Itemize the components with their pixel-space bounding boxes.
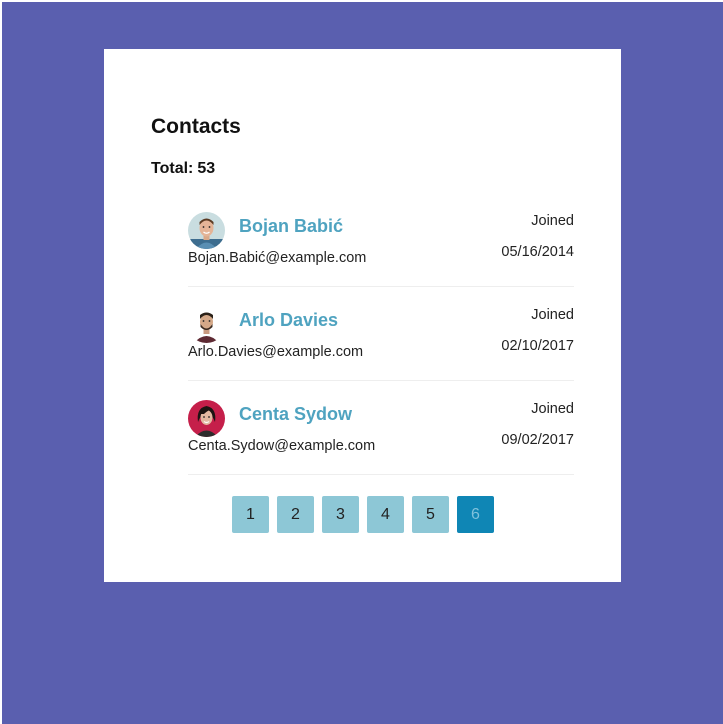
contact-item: Bojan Babić Bojan.Babić@example.com Join… xyxy=(188,193,574,287)
page-button-1[interactable]: 1 xyxy=(232,496,269,533)
contacts-card: Contacts Total: 53 Bojan Babić Bojan.Bab… xyxy=(104,49,621,582)
avatar xyxy=(188,400,225,437)
page-title: Contacts xyxy=(151,115,241,138)
joined-date: 02/10/2017 xyxy=(501,338,574,354)
joined-date: 09/02/2017 xyxy=(501,432,574,448)
page-background: Contacts Total: 53 Bojan Babić Bojan.Bab… xyxy=(2,2,723,724)
contact-email: Centa.Sydow@example.com xyxy=(188,438,376,454)
page-button-4[interactable]: 4 xyxy=(367,496,404,533)
contact-list: Bojan Babić Bojan.Babić@example.com Join… xyxy=(188,193,574,475)
joined-date: 05/16/2014 xyxy=(501,244,574,260)
contact-email: Arlo.Davies@example.com xyxy=(188,344,364,360)
total-count: Total: 53 xyxy=(151,160,215,178)
contact-item: Arlo Davies Arlo.Davies@example.com Join… xyxy=(188,287,574,381)
joined-label: Joined xyxy=(531,213,574,229)
joined-label: Joined xyxy=(531,401,574,417)
page-button-6[interactable]: 6 xyxy=(457,496,494,533)
contact-email: Bojan.Babić@example.com xyxy=(188,250,367,266)
avatar xyxy=(188,306,225,343)
pagination: 1 2 3 4 5 6 xyxy=(232,496,494,533)
contact-item: Centa Sydow Centa.Sydow@example.com Join… xyxy=(188,381,574,475)
total-value: 53 xyxy=(197,160,216,177)
total-label: Total: xyxy=(151,160,194,177)
contact-name[interactable]: Arlo Davies xyxy=(239,310,338,331)
page-button-2[interactable]: 2 xyxy=(277,496,314,533)
page-button-3[interactable]: 3 xyxy=(322,496,359,533)
page-button-5[interactable]: 5 xyxy=(412,496,449,533)
joined-label: Joined xyxy=(531,307,574,323)
contact-name[interactable]: Centa Sydow xyxy=(239,404,352,425)
avatar xyxy=(188,212,225,249)
contact-name[interactable]: Bojan Babić xyxy=(239,216,343,237)
